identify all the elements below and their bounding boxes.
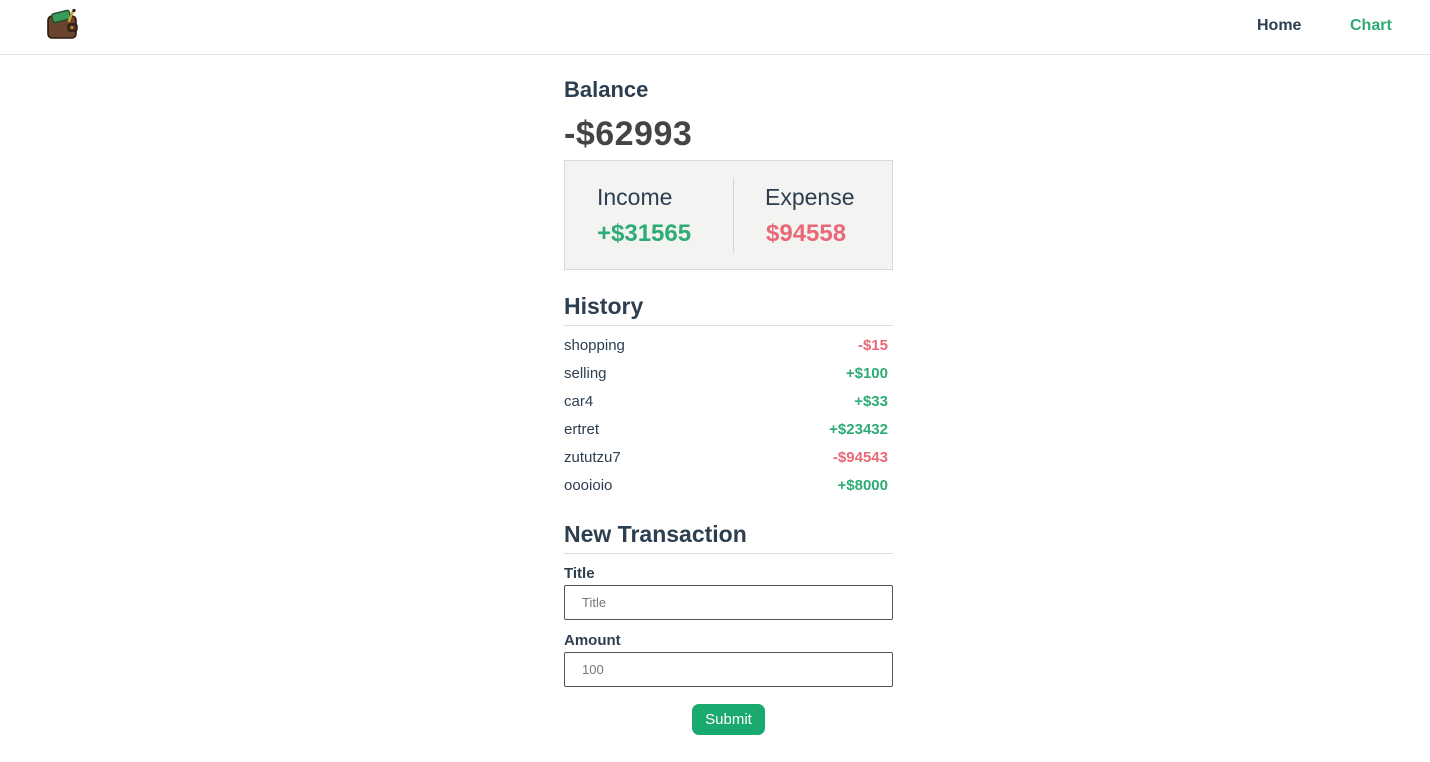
history-item-amount: +$8000 — [837, 477, 888, 494]
history-item-amount: -$15 — [857, 337, 888, 354]
history-item[interactable]: shopping -$15 — [564, 336, 893, 364]
income-expense-summary: Income +$31565 Expense $94558 — [564, 160, 893, 270]
history-item-amount: +$33 — [854, 393, 888, 410]
title-field-label: Title — [564, 565, 595, 582]
history-item-title: shopping — [564, 337, 625, 354]
history-item[interactable]: zututzu7 -$94543 — [564, 448, 893, 476]
balance-label: Balance — [564, 77, 649, 102]
history-item-amount: -$94543 — [832, 449, 888, 466]
income-panel: Income +$31565 — [565, 161, 733, 269]
balance-value: -$62993 — [564, 115, 693, 153]
history-list: shopping -$15 selling +$100 car4 +$33 ertret +$… — [564, 336, 893, 504]
nav-chart-link[interactable]: Chart — [1350, 17, 1392, 35]
history-item[interactable]: oooioio +$8000 — [564, 476, 893, 504]
history-item[interactable]: car4 +$33 — [564, 392, 893, 420]
history-item-amount: +$23432 — [829, 421, 888, 438]
history-item[interactable]: ertret +$23432 — [564, 420, 893, 448]
submit-button[interactable]: Submit — [692, 704, 765, 735]
new-transaction-title: New Transaction — [564, 521, 893, 554]
navbar: Home Chart — [0, 0, 1430, 55]
history-item-title: zututzu7 — [564, 449, 621, 466]
wallet-icon[interactable] — [47, 8, 81, 40]
history-item-title: ertret — [564, 421, 600, 438]
history-item-amount: +$100 — [845, 365, 888, 382]
history-item[interactable]: selling +$100 — [564, 364, 893, 392]
nav-home-link[interactable]: Home — [1257, 17, 1301, 35]
income-label: Income — [597, 184, 673, 210]
amount-input[interactable] — [564, 652, 893, 687]
history-item-title: selling — [564, 365, 607, 382]
history-item-title: oooioio — [564, 477, 613, 494]
expense-label: Expense — [765, 184, 855, 210]
income-value: +$31565 — [597, 220, 692, 247]
history-title: History — [564, 293, 893, 326]
expense-value: $94558 — [766, 220, 847, 247]
history-item-title: car4 — [564, 393, 594, 410]
expense-panel: Expense $94558 — [733, 161, 894, 269]
amount-field-label: Amount — [564, 632, 621, 649]
title-input[interactable] — [564, 585, 893, 620]
